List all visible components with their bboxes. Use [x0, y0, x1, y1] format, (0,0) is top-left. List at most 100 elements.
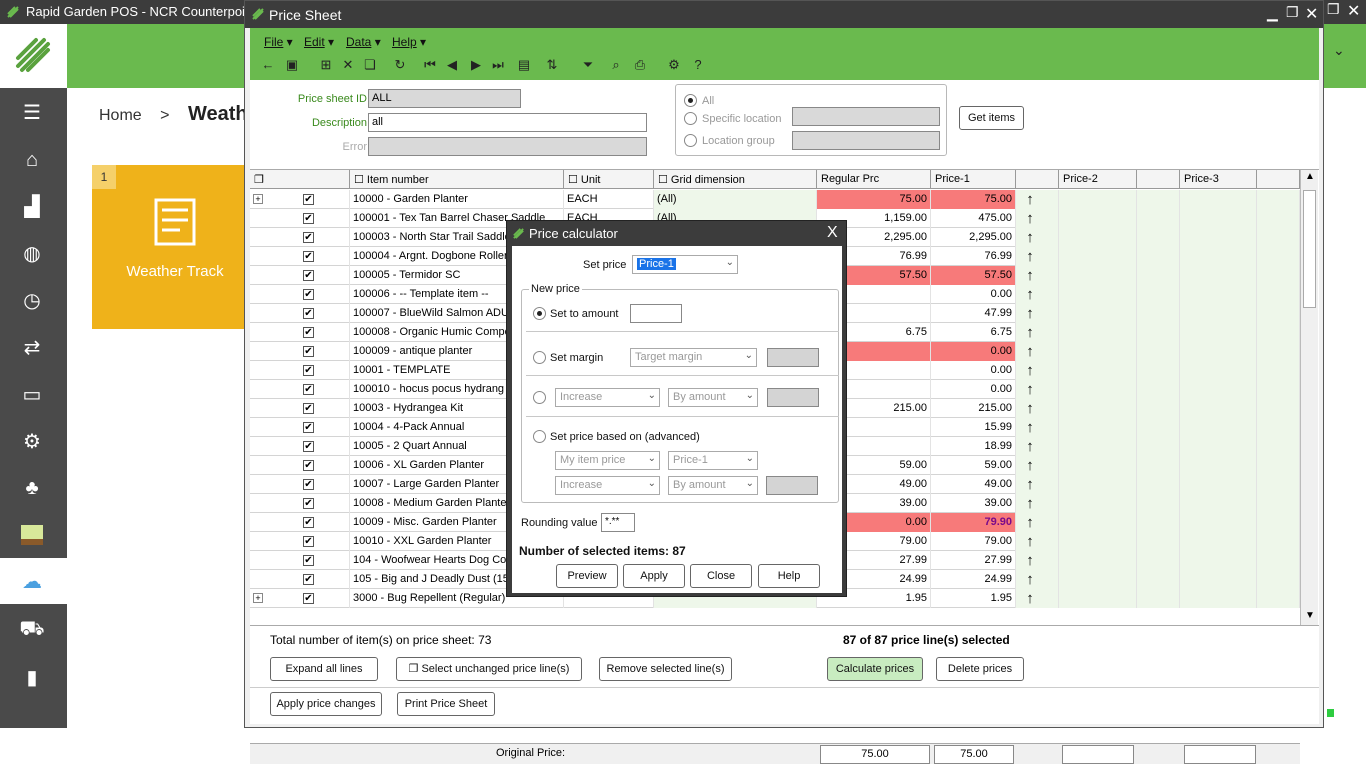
row-checkbox[interactable]: ✔	[303, 555, 314, 566]
menu-icon[interactable]: ☰	[16, 96, 48, 128]
cell-p3b[interactable]	[1257, 209, 1300, 228]
add-icon[interactable]: ⊞	[318, 57, 334, 73]
cell-p2[interactable]	[1059, 323, 1137, 342]
column-selector[interactable]: ❐	[250, 170, 350, 189]
cell-p3b[interactable]	[1257, 418, 1300, 437]
base-price-select[interactable]: Price-1 ⌄	[668, 451, 758, 470]
cell-expand[interactable]	[250, 285, 350, 304]
cell-p3b[interactable]	[1257, 190, 1300, 209]
cell-expand[interactable]	[250, 532, 350, 551]
cell-p2[interactable]	[1059, 551, 1137, 570]
filter-icon[interactable]: ⏷	[580, 57, 596, 73]
cell-p2[interactable]	[1059, 589, 1137, 608]
remove-selected-button[interactable]: Remove selected line(s)	[599, 657, 732, 681]
close-button[interactable]: Close	[690, 564, 752, 588]
garden-icon[interactable]	[16, 519, 48, 551]
cell-expand[interactable]	[250, 342, 350, 361]
radio-specific-location[interactable]	[684, 112, 697, 125]
cell-p1[interactable]: 76.99	[931, 247, 1016, 266]
radio-location-group[interactable]	[684, 134, 697, 147]
cell-p3[interactable]	[1180, 418, 1257, 437]
cell-p3[interactable]	[1180, 228, 1257, 247]
row-checkbox[interactable]: ✔	[303, 308, 314, 319]
arrow-up-icon[interactable]: ↑	[1022, 419, 1038, 436]
delete-prices-button[interactable]: Delete prices	[936, 657, 1024, 681]
table-row[interactable]: 10000 - Garden Planter EACH (All) 75.00 75.0…	[250, 190, 1300, 209]
cell-p3[interactable]	[1180, 266, 1257, 285]
save-icon[interactable]: ▣	[284, 57, 300, 73]
row-checkbox[interactable]: ✔	[303, 327, 314, 338]
cell-p3[interactable]	[1180, 323, 1257, 342]
cell-expand[interactable]	[250, 304, 350, 323]
arrow-up-icon[interactable]: ↑	[1022, 514, 1038, 531]
description-field[interactable]: all	[368, 113, 647, 132]
cell-p1[interactable]: 27.99	[931, 551, 1016, 570]
cell-p3[interactable]	[1180, 247, 1257, 266]
help-icon[interactable]: ?	[690, 57, 706, 73]
expand-all-lines-button[interactable]: Expand all lines	[270, 657, 378, 681]
cell-expand[interactable]	[250, 456, 350, 475]
column-regular-price[interactable]: Regular Prc	[817, 170, 931, 189]
cell-expand[interactable]	[250, 380, 350, 399]
cell-p2[interactable]	[1059, 361, 1137, 380]
cell-p2b[interactable]	[1137, 551, 1180, 570]
arrow-up-icon[interactable]: ↑	[1022, 267, 1038, 284]
cell-p2b[interactable]	[1137, 380, 1180, 399]
cell-p3b[interactable]	[1257, 247, 1300, 266]
sidebar-item-weather[interactable]: ☁	[0, 558, 67, 604]
cell-p1[interactable]: 18.99	[931, 437, 1016, 456]
arrow-up-icon[interactable]: ↑	[1022, 305, 1038, 322]
scroll-thumb[interactable]	[1303, 190, 1316, 308]
cell-p2[interactable]	[1059, 570, 1137, 589]
cell-p2[interactable]	[1059, 418, 1137, 437]
menu-data[interactable]: Data ▾	[346, 35, 381, 49]
cell-p2b[interactable]	[1137, 475, 1180, 494]
cell-p2b[interactable]	[1137, 304, 1180, 323]
first-record-icon[interactable]: ⏮	[422, 57, 438, 73]
cell-p2b[interactable]	[1137, 209, 1180, 228]
cell-p1[interactable]: 79.90	[931, 513, 1016, 532]
row-checkbox[interactable]: ✔	[303, 479, 314, 490]
advanced-by-amount-select[interactable]: By amount ⌄	[668, 476, 758, 495]
cell-p3[interactable]	[1180, 475, 1257, 494]
cell-p3b[interactable]	[1257, 532, 1300, 551]
arrow-up-icon[interactable]: ↑	[1022, 210, 1038, 227]
cell-p2[interactable]	[1059, 266, 1137, 285]
cell-p2[interactable]	[1059, 437, 1137, 456]
row-checkbox[interactable]: ✔	[303, 213, 314, 224]
cell-unit[interactable]: EACH	[564, 190, 654, 209]
apply-price-changes-button[interactable]: Apply price changes	[270, 692, 382, 716]
arrow-up-icon[interactable]: ↑	[1022, 343, 1038, 360]
cell-p3[interactable]	[1180, 513, 1257, 532]
cell-p2b[interactable]	[1137, 190, 1180, 209]
cell-p2[interactable]	[1059, 228, 1137, 247]
next-record-icon[interactable]: ▶	[468, 57, 484, 73]
row-checkbox[interactable]: ✔	[303, 498, 314, 509]
radio-all[interactable]	[684, 94, 697, 107]
cell-expand[interactable]	[250, 437, 350, 456]
close-icon[interactable]: ✕	[1305, 4, 1318, 24]
row-checkbox[interactable]: ✔	[303, 460, 314, 471]
cell-expand[interactable]	[250, 494, 350, 513]
row-checkbox[interactable]: ✔	[303, 384, 314, 395]
arrow-up-icon[interactable]: ↑	[1022, 552, 1038, 569]
by-amount-select[interactable]: By amount ⌄	[668, 388, 758, 407]
home-icon[interactable]: ⌂	[16, 144, 48, 176]
cell-p3b[interactable]	[1257, 437, 1300, 456]
cell-p3b[interactable]	[1257, 266, 1300, 285]
breadcrumb-home[interactable]: Home	[99, 107, 142, 124]
cell-item[interactable]: 10000 - Garden Planter	[350, 190, 564, 209]
copy-icon[interactable]: ❏	[362, 57, 378, 73]
cell-p2[interactable]	[1059, 342, 1137, 361]
sort-icon[interactable]: ⇅	[544, 57, 560, 73]
row-checkbox[interactable]: ✔	[303, 574, 314, 585]
arrow-up-icon[interactable]: ↑	[1022, 495, 1038, 512]
increase-select[interactable]: Increase ⌄	[555, 388, 660, 407]
outer-restore-icon[interactable]: ❐	[1327, 1, 1340, 18]
radio-set-margin[interactable]	[533, 351, 546, 364]
dialog-close-icon[interactable]: X	[827, 224, 838, 242]
cell-p2b[interactable]	[1137, 247, 1180, 266]
row-checkbox[interactable]: ✔	[303, 403, 314, 414]
column-grid-dimension[interactable]: ☐ Grid dimension	[654, 170, 817, 189]
arrow-up-icon[interactable]: ↑	[1022, 191, 1038, 208]
